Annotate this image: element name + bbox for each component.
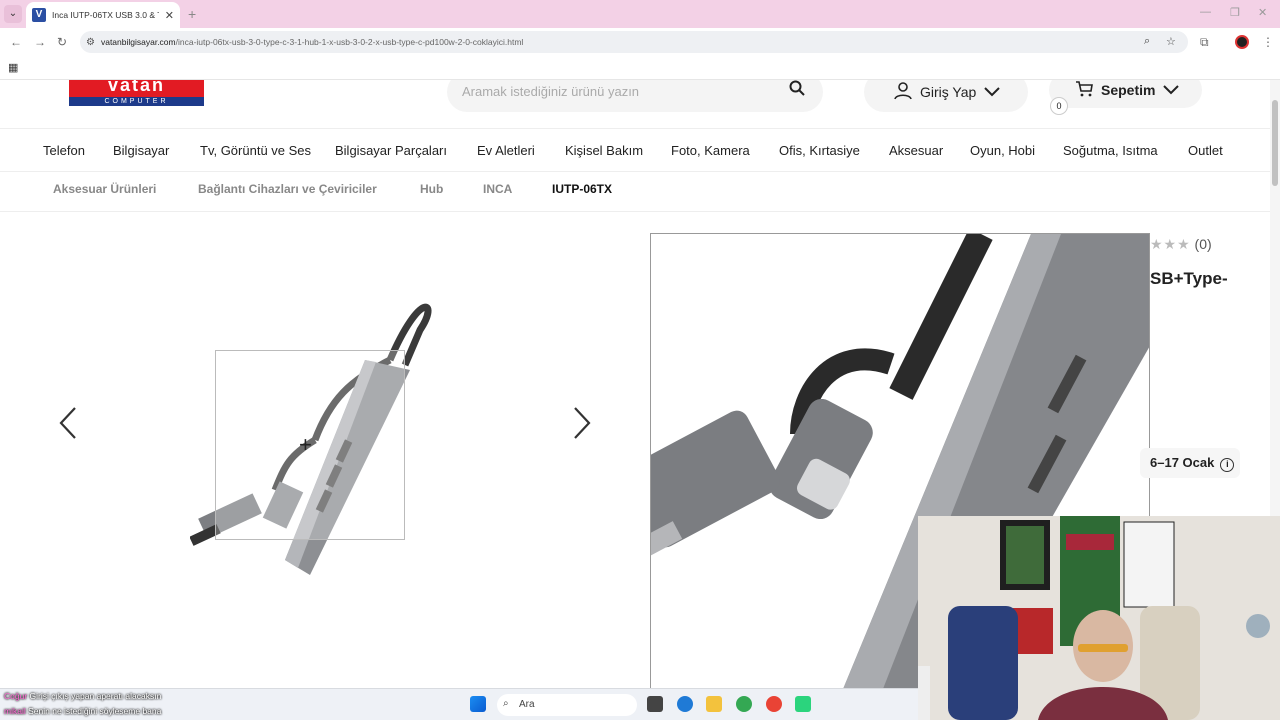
new-tab-icon[interactable]: +	[188, 6, 196, 22]
site-info-icon[interactable]: ⚙	[86, 37, 95, 48]
chevron-down-icon	[984, 84, 1000, 100]
url-domain: vatanbilgisayar.com	[100, 37, 176, 47]
delivery-estimate: 6–17 Ocak i	[1140, 448, 1240, 478]
logo-sub: COMPUTER	[69, 97, 204, 106]
crosshair-cursor-icon: +	[299, 432, 312, 457]
chat-user: Coğur	[4, 691, 28, 701]
chat-message: Coğur Girişi çıkış yapan aperatı alacaks…	[4, 691, 161, 701]
chrome-profile-icon[interactable]	[766, 696, 782, 712]
nav-tv[interactable]: Tv, Görüntü ve Ses	[200, 143, 311, 158]
address-bar-row: ← → ↻ ⚙ vatanbilgisayar.com/inca-iutp-06…	[0, 28, 1280, 56]
chat-message: mikail Senin ne istediğini söyleseme ban…	[4, 706, 161, 716]
taskbar-search[interactable]: ⌕ Ara	[497, 694, 637, 716]
zoom-icon[interactable]: ⌕	[1144, 35, 1150, 48]
info-icon[interactable]: i	[1220, 458, 1235, 472]
browser-tab[interactable]: V Inca IUTP-06TX USB 3.0 & Type ✕	[26, 2, 180, 28]
nav-ofis[interactable]: Ofis, Kırtasiye	[779, 143, 860, 158]
back-icon[interactable]: ←	[10, 35, 22, 49]
login-button[interactable]: Giriş Yap	[864, 80, 1028, 112]
url-text: vatanbilgisayar.com/inca-iutp-06tx-usb-3…	[101, 37, 523, 47]
task-view-icon[interactable]	[647, 696, 663, 712]
bookmark-star-icon[interactable]: ☆	[1166, 35, 1176, 48]
breadcrumb-item[interactable]: Bağlantı Cihazları ve Çeviriciler	[198, 182, 377, 196]
logo-text: vatan	[69, 80, 204, 97]
profile-avatar[interactable]	[1235, 35, 1249, 49]
nav-ev-aletleri[interactable]: Ev Aletleri	[477, 143, 535, 158]
gallery-next-icon[interactable]	[572, 406, 592, 448]
scrollbar-thumb[interactable]	[1272, 100, 1278, 186]
taskbar-search-label: Ara	[519, 699, 535, 710]
windows-start-icon[interactable]	[470, 696, 486, 712]
restore-icon[interactable]: ❐	[1230, 6, 1240, 19]
url-input[interactable]: ⚙ vatanbilgisayar.com/inca-iutp-06tx-usb…	[80, 31, 1188, 53]
tab-close-icon[interactable]: ✕	[165, 9, 174, 22]
breadcrumb-item[interactable]: INCA	[483, 182, 512, 196]
product-title: SB+Type-	[1150, 269, 1228, 288]
nav-sogutma[interactable]: Soğutma, Isıtma	[1063, 143, 1158, 158]
chrome-icon[interactable]	[736, 696, 752, 712]
edge-icon[interactable]	[677, 696, 693, 712]
search-icon: ⌕	[503, 698, 509, 709]
nav-outlet[interactable]: Outlet	[1188, 143, 1223, 158]
close-window-icon[interactable]: ✕	[1258, 6, 1267, 19]
webcam-overlay	[918, 516, 1280, 720]
chat-text: Senin ne istediğini söyleseme bana	[28, 706, 162, 716]
bookmarks-bar: ▦	[0, 56, 1280, 80]
minimize-icon[interactable]: —	[1200, 6, 1211, 18]
login-label: Giriş Yap	[920, 84, 977, 100]
breadcrumb-item[interactable]: Aksesuar Ürünleri	[53, 182, 156, 196]
product-rating[interactable]: ★★★ (0)	[1150, 236, 1212, 253]
chat-text: Girişi çıkış yapan aperatı alacaksın	[29, 691, 162, 701]
delivery-date: 6–17 Ocak	[1150, 455, 1215, 470]
nav-telefon[interactable]: Telefon	[43, 143, 85, 158]
breadcrumb-item[interactable]: Hub	[420, 182, 443, 196]
nav-bilgisayar-parcalari[interactable]: Bilgisayar Parçaları	[335, 143, 447, 158]
browser-menu-icon[interactable]: ⋮	[1262, 35, 1274, 49]
chat-user: mikail	[4, 706, 26, 716]
cart-label: Sepetim	[1101, 82, 1156, 98]
nav-oyun-hobi[interactable]: Oyun, Hobi	[970, 143, 1035, 158]
reload-icon[interactable]: ↻	[57, 35, 67, 49]
chevron-down-icon	[1163, 82, 1180, 98]
url-path: /inca-iutp-06tx-usb-3-0-type-c-3-1-hub-1…	[175, 37, 524, 47]
search-placeholder: Aramak istediğiniz ürünü yazın	[462, 84, 640, 99]
cart-icon	[1075, 80, 1093, 100]
nav-foto-kamera[interactable]: Foto, Kamera	[671, 143, 750, 158]
cart-button[interactable]: Sepetim	[1049, 80, 1202, 108]
search-input[interactable]: Aramak istediğiniz ürünü yazın	[447, 80, 823, 112]
rating-count: (0)	[1194, 236, 1212, 252]
nav-bilgisayar[interactable]: Bilgisayar	[113, 143, 169, 158]
nav-aksesuar[interactable]: Aksesuar	[889, 143, 943, 158]
tab-search-icon[interactable]: ⌄	[4, 5, 22, 23]
file-explorer-icon[interactable]	[706, 696, 722, 712]
gallery-prev-icon[interactable]	[58, 406, 78, 448]
apps-grid-icon[interactable]: ▦	[8, 61, 18, 74]
search-icon[interactable]	[789, 80, 805, 101]
rating-stars-icon: ★★★	[1150, 236, 1191, 252]
extensions-icon[interactable]: ⧉	[1200, 35, 1209, 50]
user-icon	[894, 81, 912, 103]
forward-icon[interactable]: →	[34, 35, 46, 49]
cart-count-badge: 0	[1050, 97, 1068, 115]
nav-kisisel-bakim[interactable]: Kişisel Bakım	[565, 143, 643, 158]
category-nav: Telefon Bilgisayar Tv, Görüntü ve Ses Bi…	[0, 128, 1280, 172]
vatan-logo[interactable]: vatan COMPUTER	[69, 80, 204, 106]
breadcrumb: Aksesuar Ürünleri Bağlantı Cihazları ve …	[0, 172, 1280, 212]
tab-strip: ⌄ V Inca IUTP-06TX USB 3.0 & Type ✕ + — …	[0, 0, 1280, 28]
tab-title: Inca IUTP-06TX USB 3.0 & Type	[52, 10, 159, 20]
vatan-favicon-icon: V	[32, 8, 46, 22]
breadcrumb-current: IUTP-06TX	[552, 182, 613, 196]
streaming-app-icon[interactable]	[795, 696, 811, 712]
